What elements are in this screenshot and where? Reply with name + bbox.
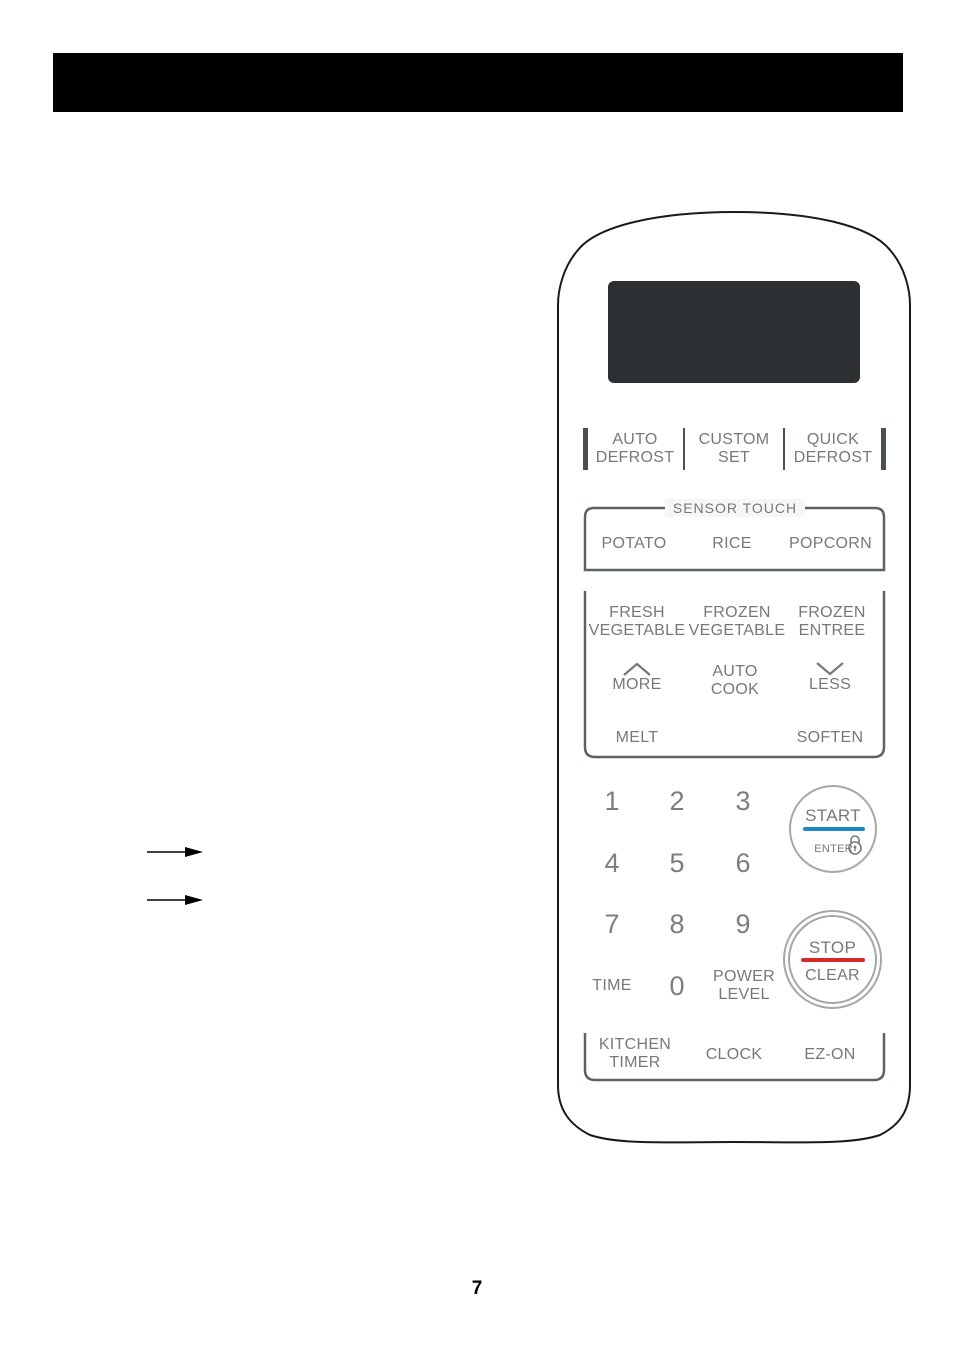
- button-label: TIMER: [609, 1054, 661, 1071]
- page-number: 7: [471, 1278, 483, 1299]
- pointer-arrow-icon: [147, 847, 203, 857]
- button-label: FRESH: [609, 604, 665, 621]
- start-label: START: [805, 806, 861, 825]
- button-label: KITCHEN: [598, 1036, 672, 1053]
- button-label: CUSTOM: [698, 431, 770, 448]
- button-label: LESS: [808, 676, 852, 693]
- digit-3-button[interactable]: 3: [723, 786, 763, 816]
- custom-set-button[interactable]: CUSTOM SET: [689, 431, 779, 467]
- potato-button[interactable]: POTATO: [588, 535, 680, 553]
- melt-button[interactable]: MELT: [597, 729, 677, 747]
- button-label: VEGETABLE: [688, 622, 786, 639]
- stop-accent-line: [801, 958, 865, 962]
- frozen-entree-button[interactable]: FROZEN ENTREE: [787, 604, 877, 640]
- digit-4-button[interactable]: 4: [592, 848, 632, 878]
- divider: [783, 428, 785, 470]
- stop-button[interactable]: STOP CLEAR: [783, 910, 882, 1009]
- digit-8-button[interactable]: 8: [657, 909, 697, 939]
- chevron-down-icon: [816, 662, 844, 676]
- start-button[interactable]: START ENTER: [789, 785, 877, 873]
- auto-defrost-button[interactable]: AUTO DEFROST: [590, 431, 680, 467]
- divider: [583, 428, 588, 470]
- fresh-vegetable-button[interactable]: FRESH VEGETABLE: [587, 604, 687, 640]
- button-label: COOK: [710, 681, 760, 698]
- button-label: POWER: [713, 968, 775, 985]
- more-button[interactable]: MORE: [597, 662, 677, 694]
- button-label: QUICK: [806, 431, 860, 448]
- time-button[interactable]: TIME: [582, 977, 642, 995]
- clock-button[interactable]: CLOCK: [694, 1046, 774, 1064]
- button-label: FROZEN: [703, 604, 771, 621]
- button-label: FROZEN: [798, 604, 866, 621]
- button-label: AUTO: [712, 663, 758, 680]
- auto-cook-button[interactable]: AUTO COOK: [695, 663, 775, 699]
- button-label: SET: [717, 449, 751, 466]
- enter-label: ENTER: [814, 843, 853, 855]
- power-level-button[interactable]: POWER LEVEL: [704, 968, 784, 1004]
- divider: [881, 428, 886, 470]
- digit-1-button[interactable]: 1: [592, 786, 632, 816]
- ez-on-button[interactable]: EZ-ON: [790, 1046, 870, 1064]
- digit-6-button[interactable]: 6: [723, 848, 763, 878]
- button-label: LEVEL: [718, 986, 770, 1003]
- start-accent-line: [803, 827, 865, 831]
- digit-0-button[interactable]: 0: [657, 971, 697, 1001]
- divider: [683, 428, 685, 470]
- frozen-vegetable-button[interactable]: FROZEN VEGETABLE: [687, 604, 787, 640]
- rice-button[interactable]: RICE: [692, 535, 772, 553]
- button-label: ENTREE: [798, 622, 866, 639]
- stop-label: STOP: [808, 938, 857, 957]
- sensor-touch-heading: SENSOR TOUCH: [665, 499, 805, 517]
- digit-9-button[interactable]: 9: [723, 909, 763, 939]
- kitchen-timer-button[interactable]: KITCHEN TIMER: [590, 1036, 680, 1072]
- clear-label: CLEAR: [805, 967, 860, 984]
- digit-2-button[interactable]: 2: [657, 786, 697, 816]
- digit-7-button[interactable]: 7: [592, 909, 632, 939]
- digit-5-button[interactable]: 5: [657, 848, 697, 878]
- quick-defrost-button[interactable]: QUICK DEFROST: [788, 431, 878, 467]
- button-label: DEFROST: [793, 449, 873, 466]
- pointer-arrow-icon: [147, 895, 203, 905]
- button-label: DEFROST: [595, 449, 675, 466]
- soften-button[interactable]: SOFTEN: [787, 729, 873, 747]
- button-label: AUTO: [612, 431, 658, 448]
- less-button[interactable]: LESS: [790, 662, 870, 694]
- chevron-up-icon: [623, 662, 651, 676]
- button-label: MORE: [612, 676, 662, 693]
- lcd-display: [608, 281, 860, 383]
- popcorn-button[interactable]: POPCORN: [783, 535, 878, 553]
- button-label: VEGETABLE: [588, 622, 686, 639]
- header-bar: [53, 53, 903, 112]
- lock-icon: [848, 835, 862, 855]
